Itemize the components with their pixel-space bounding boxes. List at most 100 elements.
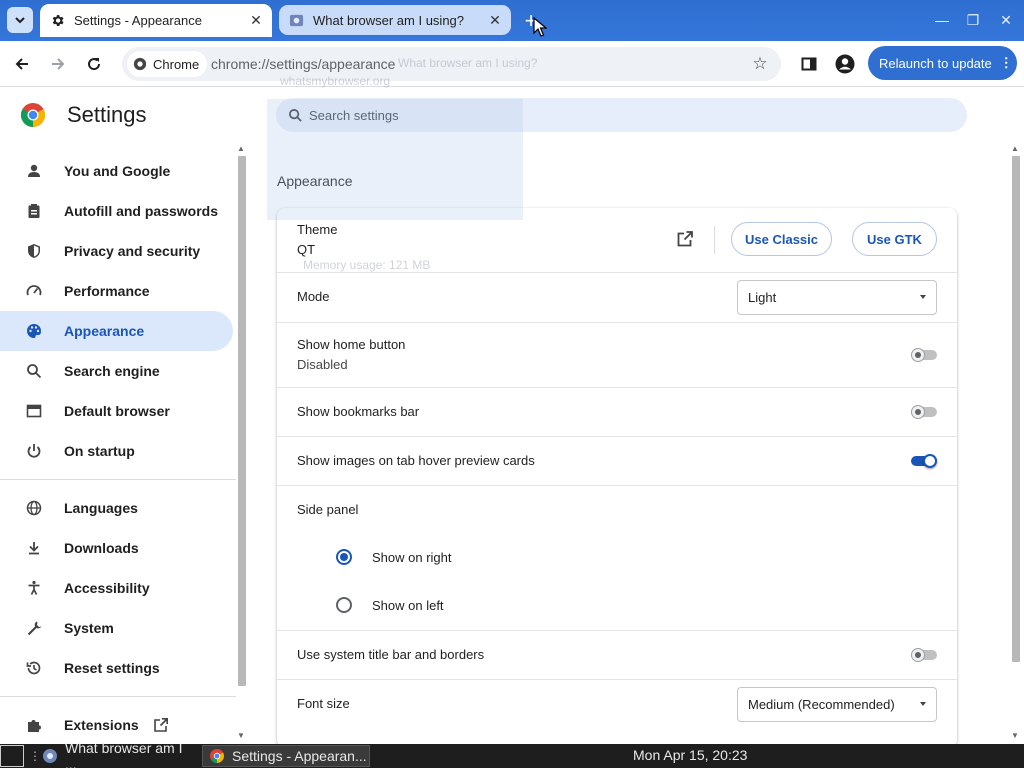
bookmarks-bar-toggle[interactable] [911,405,937,419]
speedometer-icon [24,281,44,301]
tab-search-button[interactable] [7,7,33,33]
scroll-up-icon[interactable]: ▲ [237,144,245,153]
side-panel-icon [801,57,817,71]
theme-value: QT [297,242,316,257]
search-settings-input[interactable]: Search settings [276,98,967,132]
sidebar-item-appearance[interactable]: Appearance [0,311,233,351]
chrome-logo-icon [133,57,147,71]
sidebar-item-label: Appearance [64,323,145,339]
side-panel-row: Side panel Show on right Show on left [277,485,957,630]
sidebar-item-search-engine[interactable]: Search engine [0,351,233,391]
sidebar-item-system[interactable]: System [0,608,233,648]
wrench-icon [24,618,44,638]
avatar-icon [835,54,855,74]
radio-label: Show on right [372,550,452,565]
use-classic-button[interactable]: Use Classic [731,222,832,256]
relaunch-label: Relaunch to update [879,55,992,71]
radio-show-on-left[interactable] [336,597,352,613]
sidebar-item-you-and-google[interactable]: You and Google [0,151,233,191]
scroll-down-icon[interactable]: ▼ [237,731,245,740]
open-in-new-icon[interactable] [676,230,694,248]
mode-select[interactable]: Light [737,280,937,315]
sidebar-item-performance[interactable]: Performance [0,271,233,311]
taskbar-task-label: What browser am I ... [65,740,183,768]
tab-what-browser[interactable]: What browser am I using? ✕ [279,5,511,35]
section-title: Appearance [277,173,353,189]
bookmarks-bar-label: Show bookmarks bar [297,404,420,419]
side-panel-button[interactable] [795,50,823,78]
sidebar-item-label: Accessibility [64,580,150,596]
profile-button[interactable] [831,50,859,78]
mode-label: Mode [297,289,330,304]
sidebar-item-extensions[interactable]: Extensions [0,705,233,745]
hover-preview-row[interactable]: Show images on tab hover preview cards [277,436,957,485]
mode-row: Mode Light [277,272,957,322]
font-size-row: Font size Medium (Recommended) [277,679,957,748]
restore-icon[interactable]: ❐ [963,10,983,30]
sidebar-item-label: Performance [64,283,150,299]
taskbar-task-label: Settings - Appearan... [232,748,367,764]
tab-title: What browser am I using? [313,12,465,28]
sidebar-item-accessibility[interactable]: Accessibility [0,568,233,608]
accessibility-icon [24,578,44,598]
scrollbar-thumb[interactable] [1012,156,1020,662]
tab-settings[interactable]: Settings - Appearance ✕ [40,4,272,37]
tab-strip: Settings - Appearance ✕ What browser am … [0,0,1024,41]
scroll-down-icon[interactable]: ▼ [1011,731,1019,740]
tab-title: Settings - Appearance [74,13,202,28]
sidebar-item-on-startup[interactable]: On startup [0,431,233,471]
sidebar-scrollbar[interactable]: ▲ ▼ [236,142,248,742]
sidebar-item-languages[interactable]: Languages [0,488,233,528]
sidebar-item-autofill[interactable]: Autofill and passwords [0,191,233,231]
taskbar-task-what-browser[interactable]: What browser am I ... [36,740,198,768]
hover-preview-toggle[interactable] [911,454,937,468]
palette-icon [24,321,44,341]
search-placeholder: Search settings [309,107,399,123]
theme-label: Theme [297,222,338,237]
system-title-bar-toggle[interactable] [911,648,937,662]
dropdown-caret-icon [920,702,926,706]
mode-select-value: Light [748,290,777,305]
chip-label: Chrome [153,56,200,72]
close-window-icon[interactable]: ✕ [996,10,1016,30]
minimize-icon[interactable]: — [932,10,952,30]
sidebar-item-label: Default browser [64,403,170,419]
forward-button[interactable] [44,50,72,78]
bookmarks-bar-row[interactable]: Show bookmarks bar [277,387,957,436]
sidebar-item-label: System [64,620,114,636]
taskbar-task-settings[interactable]: Settings - Appearan... [202,745,370,767]
font-size-label: Font size [297,696,350,711]
history-icon [24,658,44,678]
system-title-bar-row[interactable]: Use system title bar and borders [277,630,957,679]
sidebar-item-label: Extensions [64,717,139,733]
sidebar-item-label: You and Google [64,163,171,179]
sidebar-item-privacy[interactable]: Privacy and security [0,231,233,271]
scrollbar-thumb[interactable] [238,156,246,686]
search-icon [24,361,44,381]
more-vert-icon: ⋮ [999,55,1013,70]
font-size-select[interactable]: Medium (Recommended) [737,687,937,722]
use-gtk-button[interactable]: Use GTK [852,222,937,256]
shield-icon [24,241,44,261]
home-button-toggle[interactable] [911,348,937,362]
arrow-left-icon [15,58,28,70]
scroll-up-icon[interactable]: ▲ [1011,144,1019,153]
start-menu-button[interactable] [0,745,24,767]
reload-button[interactable] [80,50,108,78]
close-icon[interactable]: ✕ [485,10,505,30]
back-button[interactable] [8,50,36,78]
sidebar-item-reset[interactable]: Reset settings [0,648,233,688]
main-scrollbar[interactable]: ▲ ▼ [1010,142,1022,742]
home-button-row[interactable]: Show home button Disabled [277,322,957,387]
reload-icon [88,58,101,71]
radio-show-on-right[interactable] [336,549,352,565]
close-icon[interactable]: ✕ [246,11,266,31]
address-bar[interactable]: Chrome chrome://settings/appearance ☆ [122,47,781,81]
site-info-chip[interactable]: Chrome [127,51,208,77]
sidebar-item-downloads[interactable]: Downloads [0,528,233,568]
sidebar-item-label: Languages [64,500,138,516]
relaunch-button[interactable]: Relaunch to update ⋮ [868,46,1017,80]
sidebar-item-default-browser[interactable]: Default browser [0,391,233,431]
bookmark-star-icon[interactable]: ☆ [749,53,771,75]
chrome-logo-icon [210,749,224,763]
